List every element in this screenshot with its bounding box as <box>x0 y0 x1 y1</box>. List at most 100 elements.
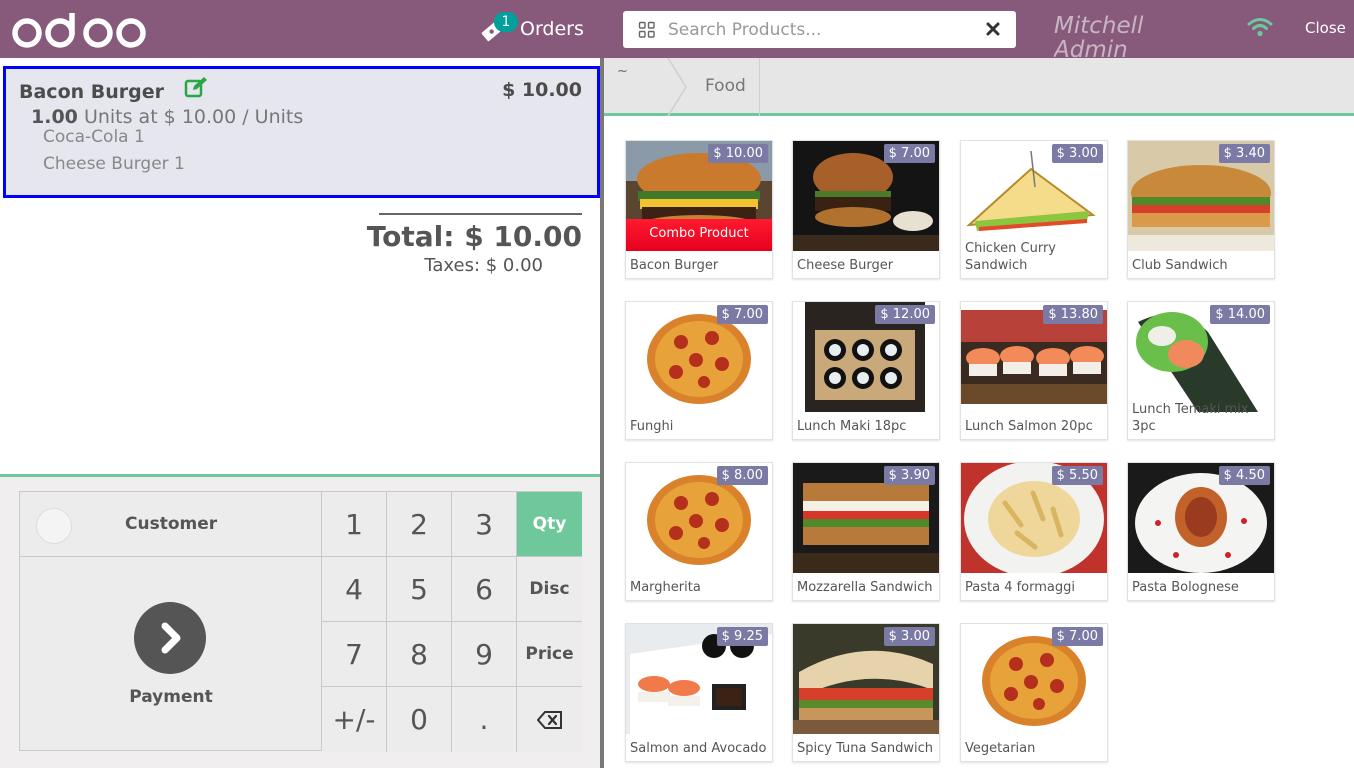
product-name: Spicy Tuna Sandwich <box>797 741 933 756</box>
backspace-button[interactable] <box>517 687 582 752</box>
orders-label: Orders <box>520 18 584 40</box>
control-buttons: Customer Payment 1 2 3 Qty 4 5 6 Disc 7 8 9 Price +/… <box>19 491 582 752</box>
numpad-key-7[interactable]: 7 <box>322 622 387 687</box>
product-name: Vegetarian <box>965 741 1036 756</box>
category-breadcrumbs: ~ Food <box>604 58 1354 116</box>
numpad-key-8[interactable]: 8 <box>387 622 452 687</box>
product-price-tag: $ 12.00 <box>875 305 935 324</box>
numpad: 1 2 3 Qty 4 5 6 Disc 7 8 9 Price +/- 0. <box>322 492 582 752</box>
numpad-key-3[interactable]: 3 <box>452 492 517 557</box>
mode-price-button[interactable]: Price <box>517 622 582 687</box>
mode-discount-button[interactable]: Disc <box>517 557 582 622</box>
ticket-icon: 1 <box>480 12 518 44</box>
numpad-key-9[interactable]: 9 <box>452 622 517 687</box>
product-card[interactable]: $ 8.00 Margherita <box>625 462 773 601</box>
product-name: Salmon and Avocado <box>630 741 767 756</box>
combo-item-line: Coca-Cola 1 <box>43 127 145 147</box>
payment-button[interactable]: Payment <box>20 557 322 751</box>
orderline-price: $ 10.00 <box>502 79 582 101</box>
order-taxes: Taxes: $ 0.00 <box>424 255 543 276</box>
product-name: Pasta Bolognese <box>1132 580 1239 595</box>
numpad-key-decimal[interactable]: . <box>452 687 517 752</box>
numpad-key-6[interactable]: 6 <box>452 557 517 622</box>
search-bar <box>623 11 1016 48</box>
product-name: Club Sandwich <box>1132 258 1228 273</box>
product-card[interactable]: $ 14.00 Lunch Temaki mix 3pc <box>1127 301 1275 440</box>
product-card[interactable]: $ 4.50 Pasta Bolognese <box>1127 462 1275 601</box>
wifi-icon[interactable] <box>1246 16 1274 38</box>
product-price-tag: $ 3.90 <box>883 466 935 485</box>
product-card[interactable]: $ 3.40 Club Sandwich <box>1127 140 1275 279</box>
odoo-logo <box>12 13 146 48</box>
search-products-input[interactable] <box>668 19 968 40</box>
product-screen: ~ Food Combo Product $ 10.00 Bacon Burger $… <box>604 58 1354 768</box>
numpad-key-5[interactable]: 5 <box>387 557 452 622</box>
orders-button[interactable]: 1 Orders <box>480 12 584 46</box>
product-price-tag: $ 3.00 <box>883 627 935 646</box>
orders-count-badge: 1 <box>494 12 518 32</box>
product-card[interactable]: $ 7.00 Funghi <box>625 301 773 440</box>
product-name: Lunch Salmon 20pc <box>965 419 1093 434</box>
mode-qty-button[interactable]: Qty <box>517 492 582 557</box>
order-total: Total: $ 10.00 <box>366 220 582 253</box>
edit-combo-icon[interactable] <box>184 76 210 98</box>
barcode-scan-icon <box>638 21 655 38</box>
orderline-unit-info: Units at $ 10.00 / Units <box>83 106 304 128</box>
product-price-tag: $ 8.00 <box>716 466 768 485</box>
product-card[interactable]: $ 13.80 Lunch Salmon 20pc <box>960 301 1108 440</box>
customer-label: Customer <box>125 514 218 534</box>
product-name: Mozzarella Sandwich <box>797 580 933 595</box>
product-card[interactable]: $ 9.25 Salmon and Avocado <box>625 623 773 762</box>
product-price-tag: $ 3.40 <box>1218 144 1270 163</box>
product-card[interactable]: $ 5.50 Pasta 4 formaggi <box>960 462 1108 601</box>
backspace-icon <box>536 710 562 729</box>
product-card[interactable]: $ 3.90 Mozzarella Sandwich <box>792 462 940 601</box>
product-price-tag: $ 9.25 <box>716 627 768 646</box>
product-card[interactable]: $ 7.00 Cheese Burger <box>792 140 940 279</box>
product-card[interactable]: $ 3.00 Spicy Tuna Sandwich <box>792 623 940 762</box>
breadcrumb-category-food[interactable]: Food <box>690 58 760 116</box>
orderline-quantity: 1.00 Units at $ 10.00 / Units <box>31 106 303 128</box>
control-pad-area: Customer Payment 1 2 3 Qty 4 5 6 Disc 7 8 9 Price +/… <box>0 474 600 768</box>
product-price-tag: $ 10.00 <box>708 144 768 163</box>
product-name: Margherita <box>630 580 701 595</box>
product-card[interactable]: $ 12.00 Lunch Maki 18pc <box>792 301 940 440</box>
product-price-tag: $ 4.50 <box>1218 466 1270 485</box>
numpad-key-sign[interactable]: +/- <box>322 687 387 752</box>
top-header: 1 Orders Mitchell Admin Close <box>0 0 1354 58</box>
customer-button[interactable]: Customer <box>20 492 322 557</box>
product-price-tag: $ 5.50 <box>1051 466 1103 485</box>
product-price-tag: $ 3.00 <box>1051 144 1103 163</box>
orderline-product-name: Bacon Burger <box>19 81 164 103</box>
product-price-tag: $ 14.00 <box>1210 305 1270 324</box>
product-price-tag: $ 13.80 <box>1043 305 1103 324</box>
payment-arrow-icon <box>134 602 206 674</box>
numpad-key-4[interactable]: 4 <box>322 557 387 622</box>
product-card[interactable]: $ 3.00 Chicken Curry Sandwich <box>960 140 1108 279</box>
product-card[interactable]: $ 7.00 Vegetarian <box>960 623 1108 762</box>
clear-search-icon[interactable] <box>984 20 1002 38</box>
numpad-key-1[interactable]: 1 <box>322 492 387 557</box>
product-name: Chicken Curry Sandwich <box>965 241 1056 273</box>
numpad-key-2[interactable]: 2 <box>387 492 452 557</box>
combo-item-line: Cheese Burger 1 <box>43 154 185 174</box>
product-name: Lunch Maki 18pc <box>797 419 907 434</box>
cashier-name[interactable]: Mitchell Admin <box>1054 14 1204 58</box>
breadcrumb-category-label: Food <box>705 76 746 96</box>
product-name: Cheese Burger <box>797 258 894 273</box>
payment-label: Payment <box>129 687 213 707</box>
product-name: Pasta 4 formaggi <box>965 580 1075 595</box>
product-card[interactable]: Combo Product $ 10.00 Bacon Burger <box>625 140 773 279</box>
orderline-qty-value: 1.00 <box>31 106 78 128</box>
summary-divider <box>379 213 582 215</box>
numpad-key-0[interactable]: 0 <box>387 687 452 752</box>
combo-product-ribbon: Combo Product <box>626 219 772 251</box>
product-name: Funghi <box>630 419 674 434</box>
product-price-tag: $ 7.00 <box>716 305 768 324</box>
customer-avatar <box>36 508 72 544</box>
breadcrumb-separator-icon <box>667 58 687 116</box>
product-price-tag: $ 7.00 <box>1051 627 1103 646</box>
product-name: Bacon Burger <box>630 258 719 273</box>
close-button[interactable]: Close <box>1305 19 1346 37</box>
orderline-selected[interactable]: Bacon Burger $ 10.00 1.00 Units at $ 10.… <box>3 66 600 198</box>
